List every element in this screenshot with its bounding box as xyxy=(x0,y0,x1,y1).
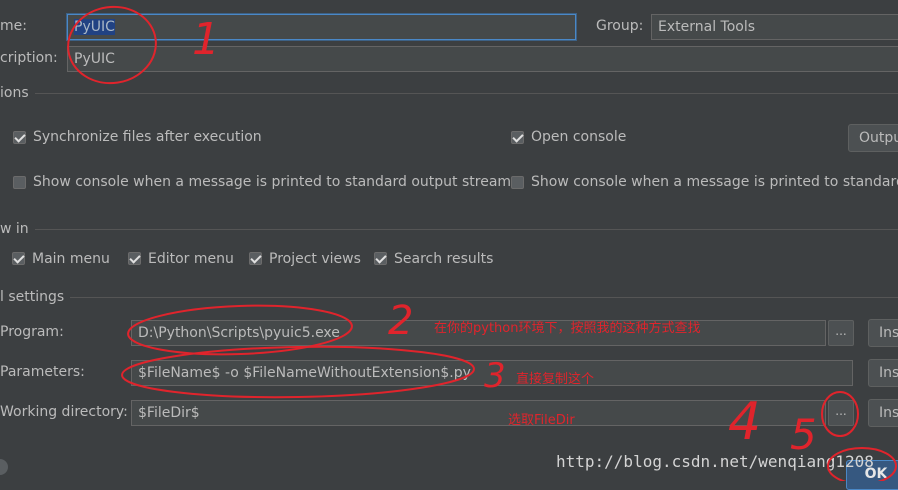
working-directory-input[interactable]: $FileDir$ xyxy=(131,400,826,426)
show-console-stderr-checkbox[interactable] xyxy=(511,176,524,189)
editor-menu-checkbox[interactable] xyxy=(128,252,141,265)
output-filters-label: Outpu xyxy=(859,130,898,146)
open-console-checkbox[interactable] xyxy=(511,131,524,144)
annotation-note-parameters: 直接复制这个 xyxy=(516,372,595,387)
show-console-stderr-label: Show console when a message is printed t… xyxy=(531,174,898,190)
options-section-label: ions xyxy=(0,85,35,101)
group-label: Group: xyxy=(596,18,644,34)
program-insert-label: Ins xyxy=(879,325,898,341)
name-value: PyUIC xyxy=(74,19,115,35)
output-filters-button[interactable]: Outpu xyxy=(848,124,898,152)
annotation-note-workdir: 选取FileDir xyxy=(508,413,575,428)
search-results-label: Search results xyxy=(394,251,494,267)
program-label: Program: xyxy=(0,324,64,340)
group-value: External Tools xyxy=(658,19,756,35)
parameters-label: Parameters: xyxy=(0,364,85,380)
show-in-section-label: w in xyxy=(0,221,35,237)
parameters-value: $FileName$ -o $FileNameWithoutExtension$… xyxy=(138,365,471,381)
search-results-checkbox[interactable] xyxy=(374,252,387,265)
project-views-label: Project views xyxy=(269,251,361,267)
tool-settings-separator xyxy=(0,297,898,298)
options-separator xyxy=(0,93,898,94)
tool-settings-section-label: l settings xyxy=(0,289,71,305)
group-combobox[interactable]: External Tools xyxy=(651,14,898,40)
sync-files-label: Synchronize files after execution xyxy=(33,129,262,145)
editor-menu-label: Editor menu xyxy=(148,251,234,267)
name-input[interactable]: PyUIC xyxy=(67,14,576,40)
working-directory-browse-button[interactable]: ... xyxy=(828,400,854,426)
annotation-number-3: 3 xyxy=(484,356,506,396)
main-menu-checkbox[interactable] xyxy=(12,252,25,265)
open-console-label: Open console xyxy=(531,129,627,145)
parameters-insert-label: Ins xyxy=(879,365,898,381)
annotation-note-program: 在你的python环境下，按照我的这种方式查找 xyxy=(434,321,701,336)
program-insert-macro-button[interactable]: Ins xyxy=(868,319,898,347)
show-in-separator xyxy=(0,229,898,230)
show-console-stdout-checkbox[interactable] xyxy=(13,176,26,189)
sync-files-checkbox[interactable] xyxy=(13,131,26,144)
program-browse-label: ... xyxy=(835,324,847,338)
show-console-stdout-label: Show console when a message is printed t… xyxy=(33,174,512,190)
working-directory-insert-label: Ins xyxy=(879,405,898,421)
annotation-number-4: 4 xyxy=(728,392,762,452)
watermark-text: http://blog.csdn.net/wenqiang1208 xyxy=(556,452,874,471)
help-icon[interactable] xyxy=(0,459,8,475)
parameters-insert-macro-button[interactable]: Ins xyxy=(868,359,898,387)
main-menu-label: Main menu xyxy=(32,251,110,267)
description-value: PyUIC xyxy=(74,51,115,67)
working-directory-insert-macro-button[interactable]: Ins xyxy=(868,399,898,427)
working-directory-label: Working directory: xyxy=(0,404,128,420)
working-directory-value: $FileDir$ xyxy=(138,405,200,421)
working-directory-browse-label: ... xyxy=(835,404,847,418)
description-label: cription: xyxy=(0,50,58,66)
annotation-number-5: 5 xyxy=(790,410,817,459)
annotation-number-1: 1 xyxy=(192,14,220,65)
program-browse-button[interactable]: ... xyxy=(828,320,854,346)
annotation-number-2: 2 xyxy=(388,298,414,344)
program-value: D:\Python\Scripts\pyuic5.exe xyxy=(138,325,340,341)
name-label: me: xyxy=(0,18,27,34)
project-views-checkbox[interactable] xyxy=(249,252,262,265)
